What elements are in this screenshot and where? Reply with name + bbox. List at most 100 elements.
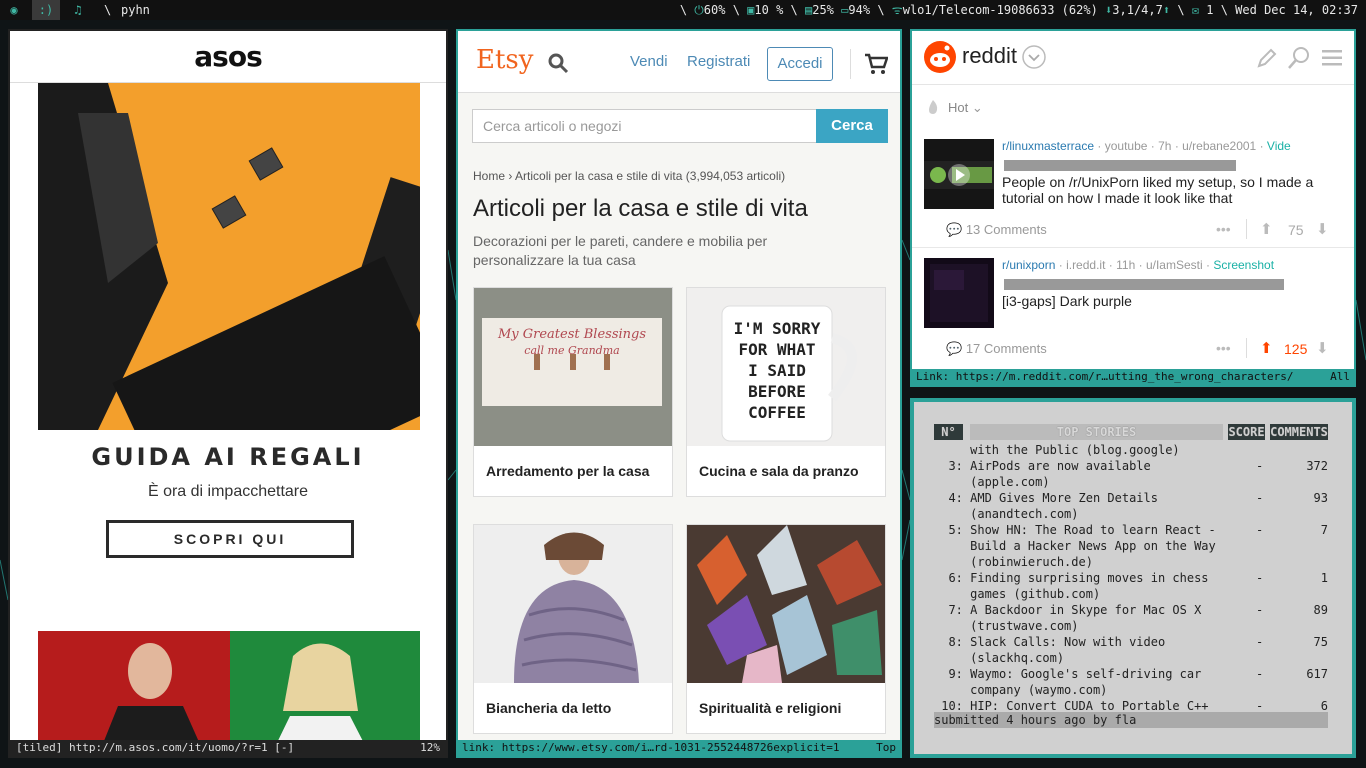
story-row[interactable]: games (github.com): [934, 586, 1334, 602]
promo-image[interactable]: [38, 631, 420, 751]
etsy-browser-window[interactable]: Etsy Vendi Registrati Accedi Cerca artic…: [456, 29, 902, 758]
category-card[interactable]: Spiritualità e religioni: [686, 524, 886, 734]
post-thumbnail[interactable]: [924, 258, 994, 328]
story-row[interactable]: (anandtech.com): [934, 506, 1334, 522]
story-row[interactable]: with the Public (blog.google): [934, 442, 1334, 458]
category-card[interactable]: My Greatest Blessings call me Grandma Ar…: [473, 287, 673, 497]
story-comments: 93: [1313, 491, 1328, 505]
etsy-header: Etsy Vendi Registrati Accedi: [458, 31, 900, 93]
search-input[interactable]: Cerca articoli o negozi: [472, 109, 818, 143]
post-domain[interactable]: youtube: [1105, 139, 1148, 153]
nav-registrati[interactable]: Registrati: [687, 53, 750, 70]
column-header-score: SCORE: [1228, 424, 1265, 440]
more-options-icon[interactable]: •••: [1216, 221, 1231, 237]
story-row[interactable]: company (waymo.com): [934, 682, 1334, 698]
sort-selector[interactable]: Hot ⌄: [948, 100, 983, 116]
story-row[interactable]: 7: A Backdoor in Skype for Mac OS X - 89: [934, 602, 1334, 618]
story-row[interactable]: (apple.com): [934, 474, 1334, 490]
story-row[interactable]: 9: Waymo: Google's self-driving car - 617: [934, 666, 1334, 682]
mail-count: 1: [1206, 3, 1214, 17]
category-card[interactable]: I'M SORRY FOR WHAT I SAID BEFORE COFFEE …: [686, 287, 886, 497]
upvote-arrow-icon[interactable]: ⬆: [1260, 339, 1273, 357]
story-row[interactable]: (robinwieruch.de): [934, 554, 1334, 570]
post-flair: Screenshot: [1213, 258, 1275, 272]
story-comments: 7: [1320, 523, 1328, 537]
story-row[interactable]: (slackhq.com): [934, 650, 1334, 666]
video-thumbnail-art: [924, 139, 994, 209]
category-card[interactable]: Biancheria da letto: [473, 524, 673, 734]
wifi-icon: ᯤ: [891, 3, 903, 17]
nav-vendi[interactable]: Vendi: [630, 53, 668, 70]
post-subreddit-link[interactable]: r/linuxmasterrace: [1002, 139, 1094, 153]
reddit-status-url: Link: https://m.reddit.com/r…utting_the_…: [916, 370, 1294, 383]
asos-logo[interactable]: asos: [10, 31, 446, 83]
chevron-down-icon[interactable]: [1021, 44, 1047, 70]
menu-icon[interactable]: [1322, 49, 1342, 67]
search-icon[interactable]: [1287, 46, 1311, 70]
mug-illustration: I'M SORRY FOR WHAT I SAID BEFORE COFFEE: [687, 288, 885, 446]
redacted-bar: [1004, 160, 1236, 171]
story-text: (apple.com): [934, 475, 1050, 489]
post-item[interactable]: r/linuxmasterrace · youtube · 7h · u/reb…: [912, 139, 1354, 249]
story-text: with the Public (blog.google): [934, 443, 1180, 457]
story-comments: 617: [1306, 667, 1328, 681]
more-options-icon[interactable]: •••: [1216, 340, 1231, 356]
etsy-logo[interactable]: Etsy: [476, 45, 533, 75]
comment-icon: 💬: [946, 222, 963, 237]
upvote-arrow-icon[interactable]: ⬆: [1260, 220, 1273, 238]
reddit-wordmark[interactable]: reddit: [962, 43, 1017, 69]
pyhn-terminal-window[interactable]: N° TOP STORIES SCORE COMMENTS with the P…: [910, 398, 1356, 758]
story-row[interactable]: 8: Slack Calls: Now with video - 75: [934, 634, 1334, 650]
redacted-bar: [1004, 279, 1284, 290]
story-text: games (github.com): [934, 587, 1101, 601]
gift-guide-hero-image[interactable]: [38, 83, 420, 430]
workspace-active[interactable]: :): [32, 0, 60, 20]
divider: [850, 49, 851, 79]
card-image: [474, 525, 672, 683]
story-row[interactable]: 5: Show HN: The Road to learn React - - 7: [934, 522, 1334, 538]
scopri-qui-button[interactable]: SCOPRI QUI: [106, 520, 354, 558]
post-subreddit-link[interactable]: r/unixporn: [1002, 258, 1055, 272]
story-row[interactable]: Build a Hacker News App on the Way: [934, 538, 1334, 554]
search-button[interactable]: Cerca: [816, 109, 888, 143]
accedi-button[interactable]: Accedi: [767, 47, 833, 81]
downvote-arrow-icon[interactable]: ⬇: [1316, 339, 1329, 357]
breadcrumb-current: Articoli per la casa e stile di vita (3,…: [515, 169, 786, 183]
sign-text-1: My Greatest Blessings: [497, 327, 646, 342]
story-row[interactable]: 6: Finding surprising moves in chess - 1: [934, 570, 1334, 586]
cart-icon[interactable]: [864, 53, 888, 75]
asos-browser-window[interactable]: asos GUIDA AI REGALI È ora di impacchett…: [8, 29, 448, 758]
reddit-logo-icon[interactable]: [924, 41, 956, 73]
card-image: I'M SORRY FOR WHAT I SAID BEFORE COFFEE: [687, 288, 885, 446]
music-icon[interactable]: ♫: [68, 0, 88, 20]
story-text: 3: AirPods are now available: [934, 459, 1151, 473]
post-comments-link[interactable]: 💬 13 Comments: [946, 222, 1047, 238]
story-score: -: [1256, 667, 1264, 681]
post-meta: r/linuxmasterrace · youtube · 7h · u/reb…: [1002, 139, 1291, 153]
globe-icon[interactable]: ◉: [4, 0, 24, 20]
card-label: Spiritualità e religioni: [699, 700, 842, 716]
post-title[interactable]: People on /r/UnixPorn liked my setup, so…: [1002, 174, 1332, 206]
post-domain[interactable]: i.redd.it: [1066, 258, 1105, 272]
asos-status-url: [tiled] http://m.asos.com/it/uomo/?r=1 […: [16, 741, 295, 754]
post-author[interactable]: u/rebane2001: [1182, 139, 1256, 153]
post-comments-link[interactable]: 💬 17 Comments: [946, 341, 1047, 357]
svg-text:I SAID: I SAID: [748, 361, 806, 380]
story-row[interactable]: (trustwave.com): [934, 618, 1334, 634]
search-icon[interactable]: [548, 53, 570, 75]
downvote-arrow-icon[interactable]: ⬇: [1316, 220, 1329, 238]
post-item[interactable]: r/unixporn · i.redd.it · 11h · u/IamSest…: [924, 258, 1348, 358]
story-text: Build a Hacker News App on the Way: [934, 539, 1216, 553]
story-row[interactable]: 4: AMD Gives More Zen Details - 93: [934, 490, 1334, 506]
post-thumbnail[interactable]: [924, 139, 994, 209]
post-title[interactable]: [i3-gaps] Dark purple: [1002, 293, 1332, 309]
svg-text:BEFORE: BEFORE: [748, 382, 806, 401]
breadcrumb-home[interactable]: Home: [473, 169, 505, 183]
blanket-illustration: [474, 525, 672, 683]
reddit-browser-window[interactable]: reddit Hot ⌄ r/linuxmasterrace · youtube…: [910, 29, 1356, 387]
separator: \: [104, 3, 112, 17]
story-row[interactable]: 3: AirPods are now available - 372: [934, 458, 1334, 474]
post-author[interactable]: u/IamSesti: [1146, 258, 1203, 272]
divider: [1246, 219, 1247, 239]
pencil-icon[interactable]: [1256, 47, 1278, 69]
